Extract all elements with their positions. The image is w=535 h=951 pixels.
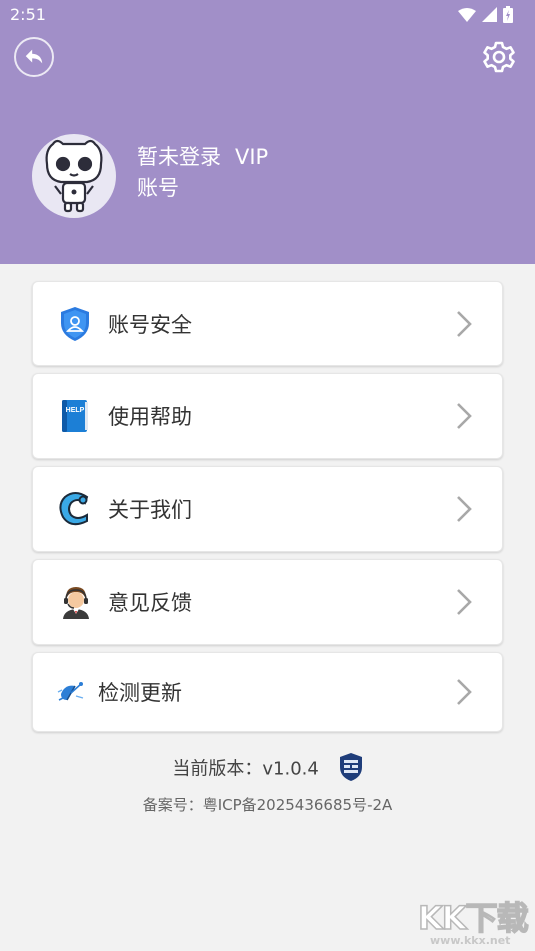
signal-icon <box>482 7 497 22</box>
c-logo-icon <box>59 492 89 526</box>
avatar[interactable] <box>32 134 116 218</box>
menu-item-label: 使用帮助 <box>108 405 192 429</box>
watermark-brand: KK下载 <box>417 898 529 938</box>
version-info: 当前版本：v1.0.4 <box>0 752 535 787</box>
watermark: KK下载 www.kkx.net <box>417 893 533 951</box>
menu-item-label: 检测更新 <box>98 681 182 705</box>
gear-icon <box>483 41 515 73</box>
satellite-icon <box>57 682 84 701</box>
menu-item-label: 意见反馈 <box>108 591 192 615</box>
menu-item-label: 关于我们 <box>108 498 192 522</box>
chevron-right-icon <box>457 589 472 615</box>
menu-item-check-update[interactable]: 检测更新 <box>32 652 503 732</box>
wifi-icon <box>458 7 476 22</box>
svg-text:HELP: HELP <box>66 407 85 414</box>
chevron-right-icon <box>457 310 472 337</box>
login-status-text: 暂未登录 <box>137 145 221 169</box>
menu-item-account-security[interactable]: 账号安全 <box>32 281 503 366</box>
menu-item-help[interactable]: HELP 使用帮助 <box>32 373 503 459</box>
watermark-url: www.kkx.net <box>430 934 511 947</box>
profile-header <box>0 0 535 264</box>
profile-name: 暂未登录 VIP <box>137 141 268 171</box>
chevron-right-icon <box>457 403 472 429</box>
version-badge-icon <box>339 752 363 787</box>
icp-record: 备案号：粤ICP备2025436685号-2A <box>142 796 393 814</box>
chevron-right-icon <box>457 679 472 705</box>
support-agent-icon <box>63 587 89 619</box>
battery-icon <box>503 6 513 23</box>
version-text: 当前版本：v1.0.4 <box>172 758 319 780</box>
vip-label: VIP <box>235 145 269 169</box>
menu-item-label: 账号安全 <box>108 312 192 337</box>
chevron-right-icon <box>457 496 472 522</box>
help-book-icon: HELP <box>62 400 88 432</box>
menu-item-feedback[interactable]: 意见反馈 <box>32 559 503 645</box>
shield-user-icon <box>61 306 89 341</box>
status-time: 2:51 <box>10 5 46 24</box>
back-arrow-icon <box>25 49 43 64</box>
menu-item-about-us[interactable]: 关于我们 <box>32 466 503 552</box>
status-bar: 2:51 <box>0 0 535 30</box>
settings-button[interactable] <box>482 40 516 74</box>
status-icons <box>458 6 513 23</box>
back-button[interactable] <box>14 37 54 77</box>
account-label: 账号 <box>137 176 179 200</box>
robot-avatar-icon <box>45 139 103 213</box>
